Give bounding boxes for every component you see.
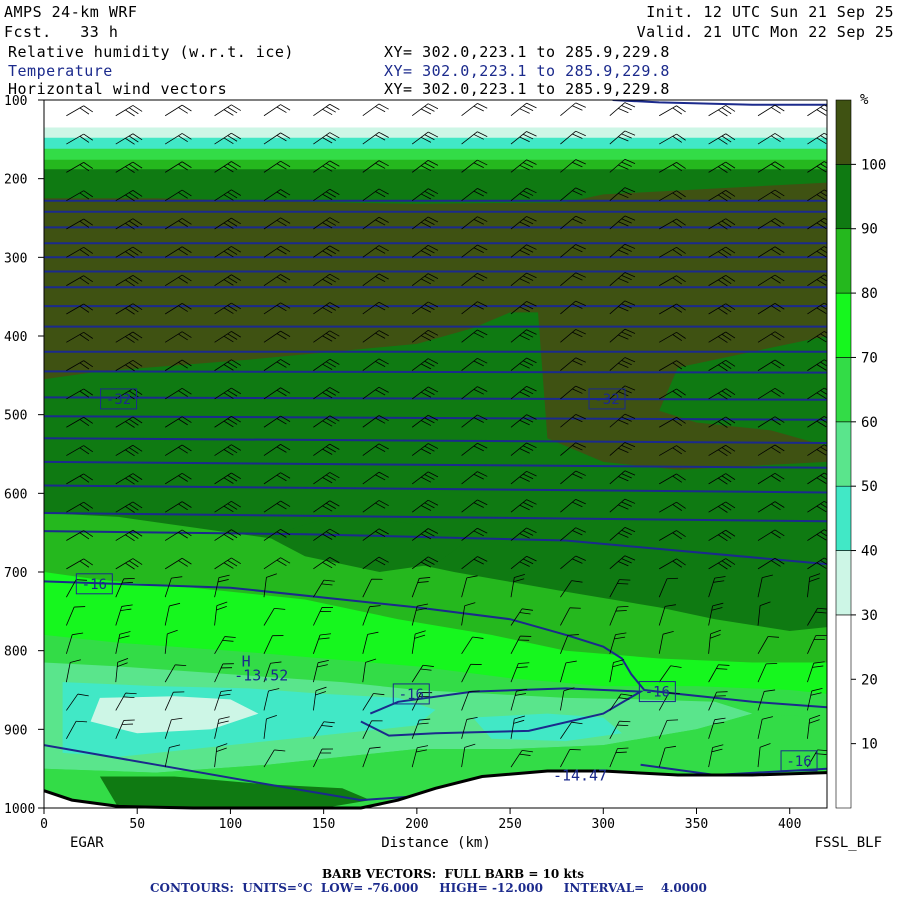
y-tick-label: 500 xyxy=(4,409,27,424)
colorbar-tick-label: 40 xyxy=(861,544,878,560)
colorbar-tick-label: 70 xyxy=(861,350,878,366)
colorbar-tick-label: 60 xyxy=(861,415,878,431)
contour-legend: CONTOURS: UNITS=°C LOW= -76.000 HIGH= -1… xyxy=(150,881,707,895)
colorbar-cell xyxy=(835,228,852,294)
isotherm-label-text: -32 xyxy=(594,392,619,408)
x-axis: 0 50 100 150 200 250 300 350 400 xyxy=(40,808,801,832)
isotherm-label-text: -32 xyxy=(106,392,131,408)
rh-band-60 xyxy=(44,148,827,162)
x-tick-label: 400 xyxy=(778,817,801,832)
colorbar-cell xyxy=(835,485,852,551)
y-tick-label: 600 xyxy=(4,487,27,502)
wind-barb-feather xyxy=(74,606,86,608)
y-tick-label: 800 xyxy=(4,645,27,660)
isotherm-label-text: -16 xyxy=(82,577,107,593)
y-tick-label: 200 xyxy=(4,173,27,188)
colorbar-cell xyxy=(835,99,852,165)
wind-barb-feather xyxy=(619,720,631,723)
x-tick-label: 100 xyxy=(219,817,242,832)
x-tick-label: 300 xyxy=(592,817,615,832)
x-tick-label: 0 xyxy=(40,817,48,832)
left-station: EGAR xyxy=(70,835,104,851)
isotherm-label-text: -16 xyxy=(399,687,424,703)
rh-band-80 xyxy=(44,159,827,171)
isotherm-label: -32 xyxy=(100,388,138,410)
x-tick-label: 50 xyxy=(129,817,145,832)
x-tick-label: 250 xyxy=(498,817,521,832)
x-tick-label: 350 xyxy=(685,817,708,832)
y-axis: 100 200 300 400 500 600 700 800 900 1000 xyxy=(4,94,44,817)
isotherm-label: -16 xyxy=(75,573,113,595)
y-tick-label: 400 xyxy=(4,330,27,345)
right-station: FSSL_BLF xyxy=(815,835,882,851)
rh-band-white xyxy=(44,100,827,132)
colorbar-tick-label: 100 xyxy=(861,157,886,173)
colorbar-tick-label: 80 xyxy=(861,286,878,302)
y-tick-label: 300 xyxy=(4,251,27,266)
x-axis-label: Distance (km) xyxy=(381,835,491,851)
rh-band-30 xyxy=(44,127,827,140)
isotherm-label: -16 xyxy=(392,683,430,705)
wind-barb-feather xyxy=(619,579,631,581)
wind-barb-feather xyxy=(667,719,679,721)
wind-barb-feather xyxy=(667,577,679,580)
isotherm-label-text: -16 xyxy=(645,685,670,701)
wind-barb-feather xyxy=(617,724,629,726)
colorbar-cell xyxy=(835,292,852,358)
colorbar-tick-label: 10 xyxy=(861,737,878,753)
y-tick-label: 900 xyxy=(4,723,27,738)
cross-section-chart: 100 200 300 400 500 600 700 800 900 1000 0 50 100 15… xyxy=(4,92,886,851)
x-tick-label: 150 xyxy=(312,817,335,832)
x-tick-label: 200 xyxy=(405,817,428,832)
isotherm-label: -16 xyxy=(780,750,818,772)
isotherm-label: -32 xyxy=(588,388,626,410)
isotherm-line xyxy=(44,370,827,374)
y-tick-label: 1000 xyxy=(4,802,35,817)
isotherm-label-text: -16 xyxy=(786,754,811,770)
colorbar-tick-label: 90 xyxy=(861,222,878,238)
colorbar-tick-label: 30 xyxy=(861,608,878,624)
barb-legend: BARB VECTORS: FULL BARB = 10 kts xyxy=(322,867,585,881)
y-tick-label: 100 xyxy=(4,94,27,109)
colorbar-cell xyxy=(835,550,852,616)
colorbar-tick-label: 50 xyxy=(861,479,878,495)
rh-field xyxy=(44,100,827,808)
extremum-label: -14.47 xyxy=(553,766,607,784)
isotherm-label: -16 xyxy=(638,681,676,703)
colorbar-cell xyxy=(835,357,852,423)
wind-barb-feather xyxy=(617,583,629,585)
colorbar-cell xyxy=(835,164,852,230)
extremum-label: -13.52 xyxy=(234,667,288,685)
colorbar-unit: % xyxy=(860,92,869,108)
y-tick-label: 700 xyxy=(4,566,27,581)
colorbar: 10 20 30 40 50 60 70 80 90 100% xyxy=(835,92,886,809)
colorbar-cell xyxy=(835,421,852,487)
colorbar-tick-label: 20 xyxy=(861,672,878,688)
colorbar-cell xyxy=(835,614,852,809)
